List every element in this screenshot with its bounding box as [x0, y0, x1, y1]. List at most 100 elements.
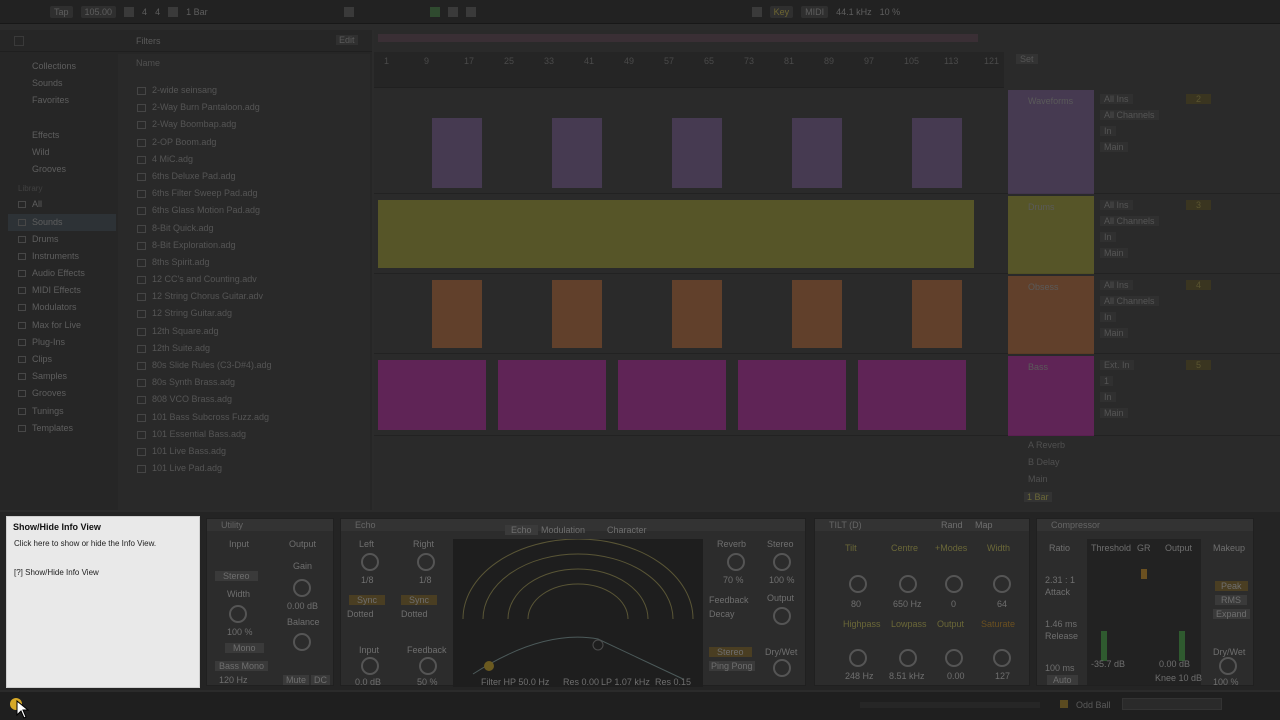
tilt-value-1[interactable]: 80: [851, 599, 861, 609]
comp-makeup-button[interactable]: Makeup: [1213, 543, 1245, 553]
tilt-knob-4[interactable]: [993, 575, 1011, 593]
track-number[interactable]: 3: [1186, 200, 1212, 210]
track-io-input[interactable]: All Ins: [1100, 94, 1133, 104]
comp-attack-value[interactable]: 1.46 ms: [1045, 619, 1077, 629]
tilt-value-8[interactable]: 127: [995, 671, 1010, 681]
status-overview[interactable]: [1122, 698, 1222, 710]
utility-channel-mode[interactable]: Stereo: [215, 571, 258, 581]
track-name[interactable]: Obsess: [1028, 282, 1059, 292]
echo-stereo-value[interactable]: 100 %: [769, 575, 795, 585]
tilt-value-7[interactable]: 0.00: [947, 671, 965, 681]
set-button[interactable]: Set: [1016, 54, 1038, 64]
sidebar-item-collections[interactable]: Collections: [8, 58, 116, 75]
clip[interactable]: [672, 280, 722, 348]
file-row[interactable]: 8-Bit Quick.adg: [118, 220, 370, 237]
file-row[interactable]: 2-Way Burn Pantaloon.adg: [118, 99, 370, 116]
sidebar-item-templates[interactable]: Templates: [8, 420, 116, 437]
midi-map-button[interactable]: MIDI: [801, 5, 829, 18]
track-lane[interactable]: Bass Ext. In 1 In Main 5: [374, 356, 1280, 436]
sidebar-item-blank[interactable]: [8, 110, 116, 127]
echo-right-knob[interactable]: [417, 553, 435, 571]
track-number[interactable]: 4: [1186, 280, 1212, 290]
comp-output-value[interactable]: 0.00 dB: [1159, 659, 1190, 669]
sidebar-item-clips[interactable]: Clips: [8, 351, 116, 368]
utility-title[interactable]: Utility: [207, 519, 333, 531]
tilt-knob-7[interactable]: [945, 649, 963, 667]
utility-bass-freq[interactable]: 120 Hz: [219, 675, 248, 685]
sidebar-item-grooves-lib[interactable]: Grooves: [8, 385, 116, 402]
file-row[interactable]: 101 Bass Subcross Fuzz.adg: [118, 409, 370, 426]
file-row[interactable]: 12 String Guitar.adg: [118, 305, 370, 322]
tab-character[interactable]: Character: [607, 525, 647, 535]
balance-knob[interactable]: [293, 633, 311, 651]
echo-ping-pong[interactable]: Ping Pong: [709, 661, 755, 671]
play-icon[interactable]: [429, 6, 440, 17]
key-map-button[interactable]: Key: [769, 5, 794, 18]
track-io-channel[interactable]: 1: [1100, 376, 1114, 386]
clip[interactable]: [378, 360, 486, 430]
clip[interactable]: [432, 118, 482, 188]
sig-numerator[interactable]: 4: [142, 7, 147, 17]
comp-rms-button[interactable]: RMS: [1215, 595, 1247, 605]
file-row[interactable]: 6ths Filter Sweep Pad.adg: [118, 185, 370, 202]
utility-dc-button[interactable]: DC: [311, 675, 330, 685]
beat-ruler[interactable]: 1 9 17 25 33 41 49 57 65 73 81 89 97 105 113 121: [374, 52, 1004, 88]
warning-icon[interactable]: [1060, 700, 1068, 708]
clip[interactable]: [912, 118, 962, 188]
clip[interactable]: [378, 200, 974, 268]
clip[interactable]: [672, 118, 722, 188]
utility-bass-mono-button[interactable]: Bass Mono: [215, 661, 269, 671]
browser-search-icon[interactable]: [14, 36, 24, 46]
tilt-knob-3[interactable]: [945, 575, 963, 593]
gain-knob[interactable]: [293, 579, 311, 597]
track-name[interactable]: Bass: [1028, 362, 1048, 372]
utility-gain-value[interactable]: 0.00 dB: [287, 601, 318, 611]
follow-icon[interactable]: [168, 6, 179, 17]
echo-right-value[interactable]: 1/8: [419, 575, 432, 585]
clip[interactable]: [552, 280, 602, 348]
sidebar-item-tunings[interactable]: Tunings: [8, 403, 116, 420]
compressor-title[interactable]: Compressor: [1037, 519, 1253, 531]
sidebar-item-audio-effects[interactable]: Audio Effects: [8, 265, 116, 282]
return-track-name[interactable]: B Delay: [1028, 457, 1060, 467]
track-number[interactable]: 2: [1186, 94, 1212, 104]
echo-left-sync[interactable]: Sync: [349, 595, 386, 605]
echo-input-value[interactable]: 0.0 dB: [355, 677, 381, 687]
file-row[interactable]: 808 VCO Brass.adg: [118, 391, 370, 408]
tilt-value-2[interactable]: 650 Hz: [893, 599, 922, 609]
file-row[interactable]: 2-OP Boom.adg: [118, 134, 370, 151]
echo-left-mode[interactable]: Dotted: [347, 609, 374, 619]
name-column-header[interactable]: Name: [118, 54, 370, 82]
sidebar-item-effects[interactable]: Effects: [8, 127, 116, 144]
overview-strip[interactable]: [378, 34, 978, 42]
clip[interactable]: [792, 118, 842, 188]
track-io-monitor[interactable]: In: [1100, 312, 1116, 322]
sidebar-item-drums[interactable]: Drums: [8, 231, 116, 248]
tilt-value-4[interactable]: 64: [997, 599, 1007, 609]
tilt-knob-1[interactable]: [849, 575, 867, 593]
clip[interactable]: [738, 360, 846, 430]
filters-label[interactable]: Filters: [136, 36, 161, 46]
file-row[interactable]: 12th Square.adg: [118, 323, 370, 340]
tilt-rand-button[interactable]: Rand: [941, 520, 963, 530]
sidebar-item-sounds-lib[interactable]: Sounds: [8, 213, 116, 231]
utility-width-value[interactable]: 100 %: [227, 627, 253, 637]
echo-res-lp[interactable]: Res 0.15: [655, 677, 691, 687]
tilt-map-button[interactable]: Map: [975, 520, 993, 530]
metronome-icon[interactable]: [124, 6, 135, 17]
echo-drywet-knob[interactable]: [773, 659, 791, 677]
tilt-knob-6[interactable]: [899, 649, 917, 667]
arrangement-position-icon[interactable]: [343, 6, 354, 17]
sidebar-item-favorites[interactable]: Favorites: [8, 92, 116, 109]
comp-drywet-value[interactable]: 100 %: [1213, 677, 1239, 687]
sidebar-item-grooves[interactable]: Grooves: [8, 161, 116, 178]
track-io-input[interactable]: All Ins: [1100, 200, 1133, 210]
return-track-name[interactable]: A Reverb: [1028, 440, 1065, 450]
track-io-out[interactable]: Main: [1100, 408, 1128, 418]
status-right-label[interactable]: Odd Ball: [1076, 700, 1111, 710]
echo-reverb-knob[interactable]: [727, 553, 745, 571]
utility-mono-button[interactable]: Mono: [225, 643, 264, 653]
sidebar-item-all[interactable]: All: [8, 196, 116, 213]
record-icon[interactable]: [465, 6, 476, 17]
tilt-knob-5[interactable]: [849, 649, 867, 667]
